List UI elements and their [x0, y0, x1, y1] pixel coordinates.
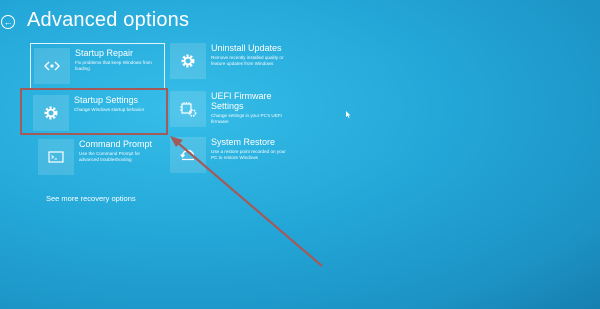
startup-repair-description: Fix problems that keep Windows from load…: [75, 60, 152, 71]
startup-settings-label: Startup Settings: [74, 95, 139, 105]
uefi-firmware-description: Change settings in your PC's UEFI firmwa…: [211, 113, 282, 124]
firmware-chip-icon: [170, 91, 206, 127]
command-prompt-icon: [38, 139, 74, 175]
command-prompt-option[interactable]: Command Prompt Use the Command Prompt fo…: [38, 139, 168, 179]
repair-icon: [34, 48, 70, 84]
command-prompt-label: Command Prompt: [79, 139, 153, 149]
gear-icon: [170, 43, 206, 79]
system-restore-description: Use a restore point recorded on your PC …: [211, 149, 286, 160]
mouse-pointer-icon: [346, 111, 351, 118]
uninstall-updates-description: Remove recently installed quality or fea…: [211, 55, 284, 66]
system-restore-option[interactable]: System Restore Use a restore point recor…: [170, 137, 305, 179]
page-title: Advanced options: [27, 9, 190, 31]
uefi-firmware-label: UEFI Firmware Settings: [211, 91, 272, 111]
restore-icon: [170, 137, 206, 173]
startup-settings-option[interactable]: Startup Settings Change Windows startup …: [30, 92, 165, 132]
back-arrow-icon[interactable]: ←: [1, 15, 15, 29]
see-more-recovery-options-link[interactable]: See more recovery options: [46, 194, 136, 203]
startup-repair-label: Startup Repair: [75, 48, 134, 58]
system-restore-label: System Restore: [211, 137, 276, 147]
gear-icon: [33, 95, 69, 131]
advanced-options-screen: ← Advanced options Startup Repair Fix pr…: [0, 0, 600, 309]
command-prompt-description: Use the Command Prompt for advanced trou…: [79, 151, 141, 162]
uninstall-updates-option[interactable]: Uninstall Updates Remove recently instal…: [170, 43, 305, 89]
startup-settings-description: Change Windows startup behavior: [74, 107, 145, 112]
startup-repair-option[interactable]: Startup Repair Fix problems that keep Wi…: [30, 43, 165, 89]
uefi-firmware-option[interactable]: UEFI Firmware Settings Change settings i…: [170, 91, 305, 133]
uninstall-updates-label: Uninstall Updates: [211, 43, 282, 53]
